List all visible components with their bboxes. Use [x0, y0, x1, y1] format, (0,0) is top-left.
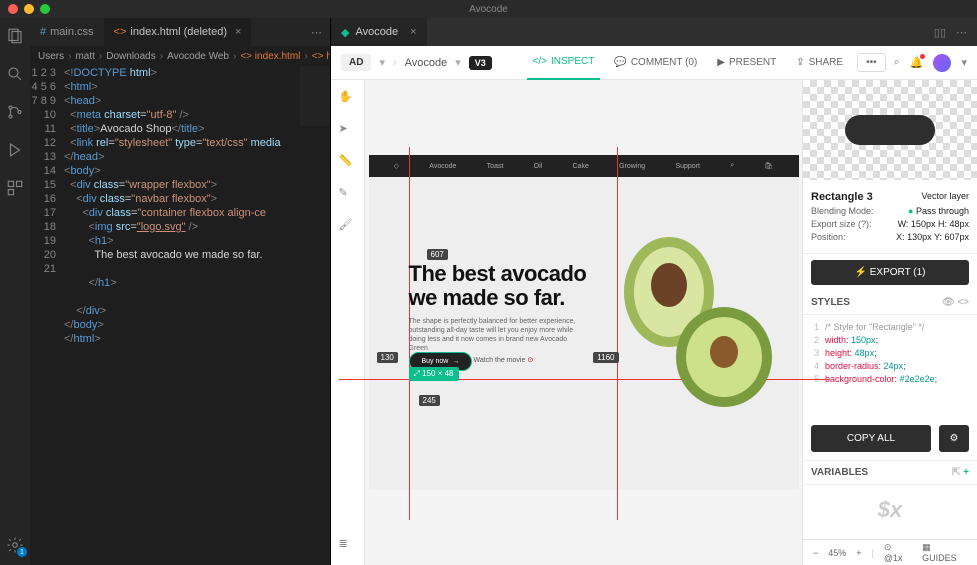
- avocode-panel: ◆ Avocode × ▯▯ ⋯ AD ▾ › Avocode ▾ V3 </>…: [330, 18, 977, 565]
- design-name[interactable]: Avocode: [405, 57, 448, 69]
- watch-link[interactable]: Watch the movie ⊙: [474, 356, 534, 364]
- maximize-window[interactable]: [40, 4, 50, 14]
- more-button[interactable]: •••: [857, 53, 886, 72]
- size-badge: ⤢ 150 × 48: [409, 367, 459, 381]
- styles-heading: STYLES: [811, 297, 850, 308]
- design-navbar: ◇ Avocode Toast Oil Cake Growing Support…: [369, 155, 799, 177]
- add-icon[interactable]: +: [963, 467, 969, 478]
- guides-toggle[interactable]: ▦ GUIDES: [922, 542, 967, 563]
- more-icon[interactable]: ⋯: [311, 26, 322, 39]
- layers-icon[interactable]: ≣: [339, 537, 357, 555]
- inspect-panel: Rectangle 3Vector layer Blending Mode:● …: [802, 80, 977, 565]
- variables-placeholder: $x: [803, 485, 977, 539]
- more-icon[interactable]: ⋯: [956, 26, 967, 39]
- debug-icon[interactable]: [5, 140, 25, 160]
- layer-type: Vector layer: [921, 191, 969, 203]
- eyedropper-tool-icon[interactable]: ✎: [339, 186, 357, 204]
- layer-name: Rectangle 3: [811, 191, 873, 203]
- comment-icon: 💬: [614, 57, 626, 68]
- split-icon[interactable]: ▯▯: [934, 26, 946, 39]
- avocode-logo-icon: ◆: [341, 26, 349, 39]
- layer-preview: [803, 80, 977, 180]
- source-control-icon[interactable]: [5, 102, 25, 122]
- close-window[interactable]: [8, 4, 18, 14]
- settings-icon[interactable]: 1: [5, 535, 25, 555]
- version-badge[interactable]: V3: [469, 56, 492, 70]
- close-icon[interactable]: ×: [410, 26, 416, 38]
- chevron-down-icon[interactable]: ▾: [379, 56, 385, 69]
- avocado-image: [609, 237, 779, 417]
- app-title: Avocode: [0, 4, 977, 15]
- measure-bottom: 245: [419, 395, 440, 406]
- format-badge[interactable]: AD: [341, 54, 371, 71]
- pointer-tool-icon[interactable]: ➤: [339, 122, 357, 140]
- play-circle-icon: ⊙: [527, 357, 533, 364]
- check-icon: ●: [908, 206, 913, 216]
- measure-left: 130: [377, 352, 398, 363]
- extensions-icon[interactable]: [5, 178, 25, 198]
- subtext: The shape is perfectly balanced for bett…: [409, 317, 589, 353]
- logo-icon: ◇: [394, 162, 399, 170]
- export-button[interactable]: ⚡ EXPORT (1): [811, 260, 969, 285]
- breadcrumb[interactable]: Users› matt› Downloads› Avocode Web› <> …: [30, 46, 330, 66]
- canvas-footer: − 45% + | ⊙ @1x ▦ GUIDES: [803, 539, 977, 565]
- zoom-out-button[interactable]: −: [813, 548, 818, 558]
- files-icon[interactable]: [5, 26, 25, 46]
- brush-tool-icon[interactable]: 🖌: [339, 218, 357, 236]
- activity-bar: 1: [0, 18, 30, 565]
- share-button[interactable]: ⇪SHARE: [790, 57, 849, 68]
- design-artboard: ◇ Avocode Toast Oil Cake Growing Support…: [369, 155, 799, 490]
- traffic-lights: [8, 4, 50, 14]
- search-icon[interactable]: ⌕: [894, 56, 900, 69]
- eye-icon[interactable]: 👁: [942, 297, 955, 308]
- code-editor[interactable]: 1 2 3 4 5 6 7 8 9 10 11 12 13 14 15 16 1…: [30, 66, 330, 565]
- tool-palette: ✋ ➤ 📏 ✎ 🖌 ≣: [331, 80, 365, 565]
- bag-icon: 🛍: [764, 162, 773, 170]
- editor-tabs: #main.css <>index.html (deleted)× ⋯: [30, 18, 330, 46]
- variables-heading: VARIABLES: [811, 467, 868, 478]
- css-output[interactable]: 1 2 3 4 5 /* Style for "Rectangle" */ wi…: [803, 315, 977, 392]
- zoom-in-button[interactable]: +: [856, 548, 861, 558]
- chevron-down-icon[interactable]: ▾: [961, 56, 967, 69]
- close-icon[interactable]: ×: [235, 26, 241, 38]
- tab-main-css[interactable]: #main.css: [30, 18, 104, 46]
- arrow-icon: →: [452, 358, 459, 365]
- settings-button[interactable]: ⚙: [939, 425, 969, 452]
- avocode-tab[interactable]: ◆ Avocode ×: [331, 18, 427, 46]
- design-canvas[interactable]: ◇ Avocode Toast Oil Cake Growing Support…: [365, 80, 802, 565]
- ruler-tool-icon[interactable]: 📏: [339, 154, 357, 172]
- avocode-toolbar: AD ▾ › Avocode ▾ V3 </>INSPECT 💬COMMENT …: [331, 46, 977, 80]
- measure-top: 607: [427, 249, 448, 260]
- titlebar: Avocode: [0, 0, 977, 18]
- minimize-window[interactable]: [24, 4, 34, 14]
- copy-all-button[interactable]: COPY ALL: [811, 425, 931, 452]
- avocode-tabs: ◆ Avocode × ▯▯ ⋯: [331, 18, 977, 46]
- comment-button[interactable]: 💬COMMENT (0): [608, 57, 703, 68]
- inspect-button[interactable]: </>INSPECT: [527, 46, 601, 80]
- code-icon[interactable]: <>: [957, 297, 969, 308]
- notifications-icon[interactable]: 🔔: [910, 56, 924, 69]
- search-icon: ⌕: [730, 162, 734, 170]
- editor-area: #main.css <>index.html (deleted)× ⋯ User…: [30, 18, 330, 565]
- search-icon[interactable]: [5, 64, 25, 84]
- headline: The best avocadowe made so far.: [409, 262, 587, 310]
- shape-preview: [845, 115, 935, 145]
- scale-indicator[interactable]: ⊙ @1x: [884, 542, 912, 563]
- minimap[interactable]: [300, 66, 330, 126]
- chevron-down-icon[interactable]: ▾: [455, 56, 461, 69]
- play-icon: ▶: [717, 57, 725, 68]
- export-icon[interactable]: ⇱: [952, 467, 960, 478]
- zoom-level[interactable]: 45%: [828, 548, 846, 558]
- present-button[interactable]: ▶PRESENT: [711, 57, 782, 68]
- share-icon: ⇪: [796, 57, 804, 68]
- user-avatar[interactable]: [933, 54, 951, 72]
- hand-tool-icon[interactable]: ✋: [339, 90, 357, 108]
- tab-index-html[interactable]: <>index.html (deleted)×: [104, 18, 252, 46]
